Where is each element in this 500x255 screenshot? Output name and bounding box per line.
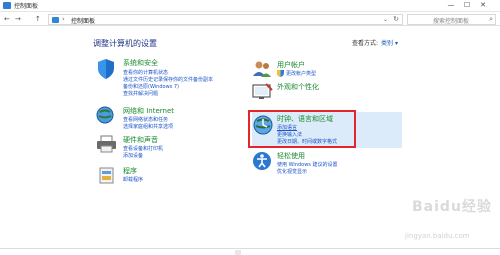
category-title[interactable]: 用户帐户 <box>277 60 305 70</box>
category-title[interactable]: 网络和 Internet <box>123 106 174 116</box>
search-input[interactable]: 搜索控制面板 ⌕ <box>407 14 496 25</box>
address-bar[interactable]: › 控制面板 ⌄ ↻ <box>48 14 403 25</box>
view-by[interactable]: 查看方式: 类别 ▾ <box>352 38 398 47</box>
users-icon <box>253 61 271 77</box>
category-link[interactable]: 备份和还原(Windows 7) <box>123 83 179 90</box>
category-title[interactable]: 程序 <box>123 166 137 176</box>
maximize-button[interactable]: ☐ <box>460 0 474 11</box>
appearance-icon <box>252 83 273 99</box>
category-link[interactable]: 添加设备 <box>123 152 143 159</box>
title-bar: 控制面板 — ☐ ✕ <box>0 0 500 12</box>
baidu-watermark-logo: Baidu经验 <box>412 199 492 215</box>
ease-of-access-icon <box>253 152 271 170</box>
navigation-bar: ← → ↑ › 控制面板 ⌄ ↻ 搜索控制面板 ⌕ <box>0 13 500 26</box>
category-link[interactable]: 添加语言 <box>277 124 297 131</box>
control-panel-icon <box>52 17 59 23</box>
printer-icon <box>97 135 116 153</box>
forward-button[interactable]: → <box>15 15 21 24</box>
programs-icon <box>99 167 114 184</box>
category-link[interactable]: 使用 Windows 建议的设置 <box>277 161 338 168</box>
baidu-watermark-url: jingyan.baidu.com <box>405 232 470 240</box>
status-bar <box>0 248 500 255</box>
category-link[interactable]: 更改日期、时间或数字格式 <box>277 138 337 145</box>
category-link[interactable]: 通过文件历史记录保存你的文件备份副本 <box>123 76 213 83</box>
close-button[interactable]: ✕ <box>476 0 490 11</box>
category-link[interactable]: 查看你的计算机状态 <box>123 69 168 76</box>
search-icon[interactable]: ⌕ <box>489 15 493 24</box>
breadcrumb-separator-icon[interactable]: › <box>62 15 65 24</box>
category-link[interactable]: 查找并解决问题 <box>123 90 158 97</box>
category-link[interactable]: 优化视觉显示 <box>277 168 307 175</box>
page-title: 调整计算机的设置 <box>93 39 157 48</box>
category-title[interactable]: 硬件和声音 <box>123 135 158 145</box>
category-link[interactable]: 更换输入法 <box>277 131 302 138</box>
category-title[interactable]: 时钟、语言和区域 <box>277 114 333 124</box>
view-by-dropdown[interactable]: 类别 ▾ <box>381 40 398 47</box>
category-title[interactable]: 外观和个性化 <box>277 82 319 92</box>
uac-shield-icon <box>277 70 284 77</box>
refresh-icon[interactable]: ↻ <box>393 15 399 24</box>
minimize-button[interactable]: — <box>444 0 458 11</box>
breadcrumb-control-panel[interactable]: 控制面板 <box>71 16 95 25</box>
category-link[interactable]: 查看网络状态和任务 <box>123 116 168 123</box>
network-globe-icon <box>96 106 114 124</box>
view-by-label: 查看方式: <box>352 40 379 47</box>
window-title: 控制面板 <box>14 3 39 10</box>
category-link[interactable]: 选择家庭组和共享选项 <box>123 123 173 130</box>
up-button[interactable]: ↑ <box>35 15 41 24</box>
search-placeholder: 搜索控制面板 <box>433 18 470 25</box>
back-button[interactable]: ← <box>4 15 10 24</box>
address-dropdown-icon[interactable]: ⌄ <box>383 15 388 24</box>
category-title[interactable]: 系统和安全 <box>123 58 158 68</box>
category-link[interactable]: 查看设备和打印机 <box>123 145 163 152</box>
category-link[interactable]: 卸载程序 <box>123 176 143 183</box>
status-bar-grip-icon <box>235 250 241 255</box>
shield-icon <box>98 59 114 79</box>
category-link[interactable]: 更改帐户类型 <box>286 70 316 77</box>
clock-globe-icon <box>253 115 273 135</box>
control-panel-icon <box>3 2 11 9</box>
category-title[interactable]: 轻松使用 <box>277 151 305 161</box>
